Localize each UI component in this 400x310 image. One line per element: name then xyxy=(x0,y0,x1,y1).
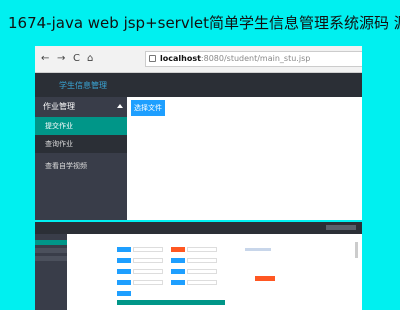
lock-icon xyxy=(149,55,156,62)
student-form xyxy=(67,234,362,310)
sidebar-item-active[interactable] xyxy=(35,240,67,245)
choose-file-button[interactable]: 选择文件 xyxy=(131,100,165,116)
app-header: 学生信息管理 xyxy=(35,73,362,97)
sidebar-item-label: 查询作业 xyxy=(45,140,73,148)
sidebar-item-query-homework[interactable]: 查询作业 xyxy=(35,135,127,153)
menu-group-homework[interactable]: 作业管理 xyxy=(35,97,127,117)
form-field[interactable] xyxy=(133,247,163,252)
chevron-up-icon xyxy=(117,104,123,108)
info-text xyxy=(245,248,271,251)
form-field[interactable] xyxy=(133,280,163,285)
form-field[interactable] xyxy=(187,258,217,263)
address-bar[interactable]: localhost:8080/student/main_stu.jsp xyxy=(145,51,362,67)
scrollbar[interactable] xyxy=(355,242,358,258)
user-menu[interactable] xyxy=(326,225,356,230)
home-icon[interactable]: ⌂ xyxy=(87,53,93,65)
form-field[interactable] xyxy=(187,280,217,285)
form-label xyxy=(117,247,131,252)
sidebar-item-submit-homework[interactable]: 提交作业 xyxy=(35,117,127,135)
reload-icon[interactable]: C xyxy=(73,53,80,65)
form-label xyxy=(171,269,185,274)
submit-bar[interactable] xyxy=(117,300,225,305)
form-label xyxy=(117,291,131,296)
browser-screenshot: ← → C ⌂ localhost:8080/student/main_stu.… xyxy=(35,46,362,220)
page-title: 1674-java web jsp+servlet简单学生信息管理系统源码 源代 xyxy=(8,14,400,32)
sidebar-item[interactable] xyxy=(35,256,67,261)
form-label xyxy=(117,258,131,263)
sidebar-item-self-study-videos[interactable]: 查看自学视频 xyxy=(35,157,127,175)
menu-group-label: 作业管理 xyxy=(43,102,75,111)
forward-icon[interactable]: → xyxy=(57,53,65,65)
action-button[interactable] xyxy=(255,276,275,281)
form-screenshot xyxy=(35,222,362,310)
sidebar-item[interactable] xyxy=(35,248,67,253)
form-field[interactable] xyxy=(187,247,217,252)
form-label xyxy=(117,280,131,285)
sidebar-item-label: 查看自学视频 xyxy=(45,162,87,170)
browser-toolbar: ← → C ⌂ localhost:8080/student/main_stu.… xyxy=(35,46,362,73)
form-field[interactable] xyxy=(133,258,163,263)
form-field[interactable] xyxy=(133,269,163,274)
address-host: localhost xyxy=(160,54,201,63)
form-label xyxy=(171,280,185,285)
sidebar: 作业管理 提交作业 查询作业 查看自学视频 xyxy=(35,97,127,220)
form-field[interactable] xyxy=(187,269,217,274)
back-icon[interactable]: ← xyxy=(41,53,49,65)
app-header-small xyxy=(35,222,362,234)
form-label xyxy=(171,258,185,263)
address-path: :8080/student/main_stu.jsp xyxy=(200,54,311,63)
app-title: 学生信息管理 xyxy=(59,81,107,90)
sidebar-item-label: 提交作业 xyxy=(45,122,73,130)
form-label xyxy=(171,247,185,252)
sidebar-small xyxy=(35,234,67,310)
form-label xyxy=(117,269,131,274)
